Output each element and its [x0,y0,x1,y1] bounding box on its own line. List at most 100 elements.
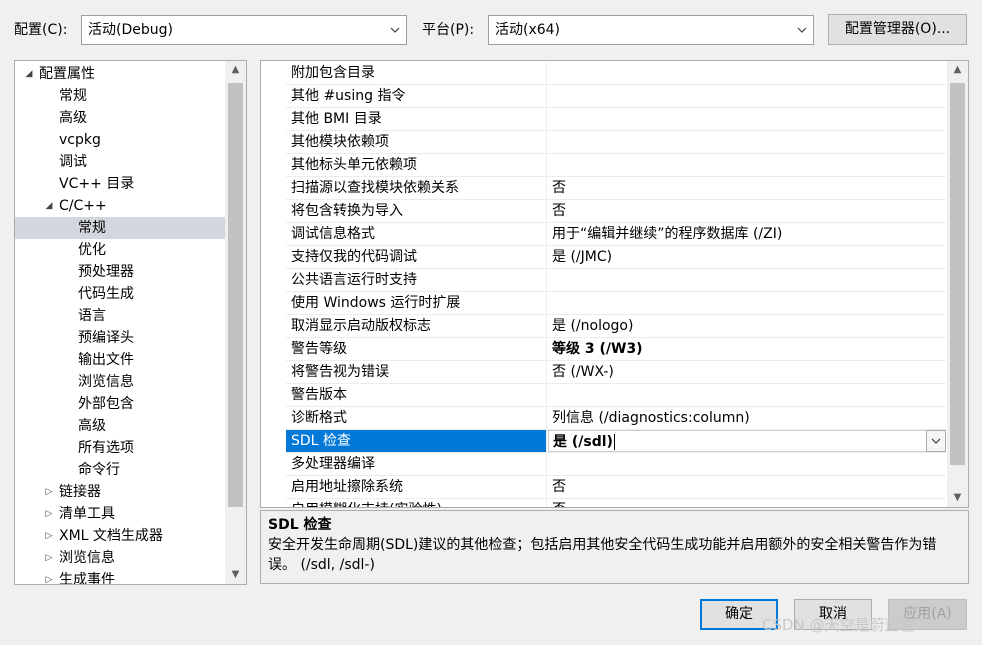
property-row[interactable]: SDL 检查是 (/sdl) [286,430,946,453]
tree-item[interactable]: 预处理器 [15,261,225,283]
tree-item-label: 链接器 [59,484,101,500]
property-row[interactable]: 取消显示启动版权标志是 (/nologo) [286,315,946,338]
tree-item[interactable]: 高级 [15,415,225,437]
tree-item[interactable]: 优化 [15,239,225,261]
scroll-up-icon[interactable]: ▲ [947,61,968,79]
property-row[interactable]: 启用模糊化支持(实验性) 否 [286,499,946,507]
tree-item[interactable]: 高级 [15,107,225,129]
tree-item[interactable]: ▷ 浏览信息 [15,547,225,569]
property-row[interactable]: 多处理器编译 [286,453,946,476]
tree-item[interactable]: ▷ 清单工具 [15,503,225,525]
tree-item[interactable]: 常规 [15,217,225,239]
tree-item[interactable]: 常规 [15,85,225,107]
property-row[interactable]: 扫描源以查找模块依赖关系否 [286,177,946,200]
tree-item[interactable]: 输出文件 [15,349,225,371]
grid-scrollbar[interactable]: ▲ ▼ [947,61,968,507]
tree-item-label: 高级 [59,110,87,126]
expanded-triangle-icon[interactable]: ◢ [23,63,35,85]
tree-item-label: 调试 [59,154,87,170]
tree-item[interactable]: vcpkg [15,129,225,151]
property-value [548,131,946,153]
property-row[interactable]: 调试信息格式 用于“编辑并继续”的程序数据库 (/ZI) [286,223,946,246]
property-name: 警告等级 [286,338,547,360]
property-row[interactable]: 将警告视为错误否 (/WX-) [286,361,946,384]
property-row[interactable]: 将包含转换为导入否 [286,200,946,223]
tree-scrollbar[interactable]: ▲ ▼ [225,61,246,584]
property-value [548,62,946,84]
platform-label: 平台(P): [422,22,475,38]
property-row[interactable]: 警告版本 [286,384,946,407]
property-value-text: 否 [552,479,566,495]
tree-item[interactable]: 语言 [15,305,225,327]
collapsed-triangle-icon[interactable]: ▷ [43,503,55,525]
scroll-down-icon[interactable]: ▼ [225,566,246,584]
property-name: 其他 #using 指令 [286,85,547,107]
tree-item-label: 常规 [78,220,106,236]
property-row[interactable]: 其他标头单元依赖项 [286,154,946,177]
property-value-text: 等级 3 (/W3) [552,341,643,357]
property-row[interactable]: 使用 Windows 运行时扩展 [286,292,946,315]
tree-item[interactable]: ◢ 配置属性 [15,63,225,85]
collapsed-triangle-icon[interactable]: ▷ [43,481,55,503]
property-row[interactable]: 其他 BMI 目录 [286,108,946,131]
tree-item[interactable]: 所有选项 [15,437,225,459]
property-name: 警告版本 [286,384,547,406]
property-name: 其他 BMI 目录 [286,108,547,130]
chevron-down-icon [931,438,941,444]
property-value: 否 [548,200,946,222]
property-name: 其他标头单元依赖项 [286,154,547,176]
tree-item[interactable]: 外部包含 [15,393,225,415]
property-row[interactable]: 附加包含目录 [286,62,946,85]
tree-item-label: 输出文件 [78,352,134,368]
platform-value: 活动(x64) [495,22,561,38]
collapsed-triangle-icon[interactable]: ▷ [43,525,55,547]
tree-item[interactable]: VC++ 目录 [15,173,225,195]
property-value-editor[interactable]: 是 (/sdl) [548,430,946,452]
property-value [548,154,946,176]
value-dropdown-button[interactable] [926,430,946,452]
tree-item-label: 预编译头 [78,330,134,346]
tree-item-label: 外部包含 [78,396,134,412]
tree-item[interactable]: 命令行 [15,459,225,481]
property-name: 将警告视为错误 [286,361,547,383]
tree-item[interactable]: ▷ XML 文档生成器 [15,525,225,547]
property-row[interactable]: 诊断格式 列信息 (/diagnostics:column) [286,407,946,430]
property-name: 使用 Windows 运行时扩展 [286,292,547,314]
tree-item[interactable]: ▷ 生成事件 [15,569,225,584]
property-name: 支持仅我的代码调试 [286,246,547,268]
property-row[interactable]: 启用地址擦除系统否 [286,476,946,499]
platform-dropdown[interactable]: 活动(x64) [488,15,814,45]
tree-item[interactable]: 调试 [15,151,225,173]
scroll-up-icon[interactable]: ▲ [225,61,246,79]
tree-item-label: 浏览信息 [59,550,115,566]
expanded-triangle-icon[interactable]: ◢ [43,195,55,217]
property-row[interactable]: 其他 #using 指令 [286,85,946,108]
tree-item-label: 代码生成 [78,286,134,302]
tree-item[interactable]: ◢ C/C++ [15,195,225,217]
scroll-down-icon[interactable]: ▼ [947,489,968,507]
property-value [548,453,946,475]
config-label: 配置(C): [14,22,68,38]
collapsed-triangle-icon[interactable]: ▷ [43,569,55,584]
property-value [548,269,946,291]
collapsed-triangle-icon[interactable]: ▷ [43,547,55,569]
property-row[interactable]: 警告等级 等级 3 (/W3) [286,338,946,361]
property-value: 是 (/JMC) [548,246,946,268]
property-row[interactable]: 支持仅我的代码调试是 (/JMC) [286,246,946,269]
tree-item[interactable]: 预编译头 [15,327,225,349]
property-name: 扫描源以查找模块依赖关系 [286,177,547,199]
property-row[interactable]: 其他模块依赖项 [286,131,946,154]
config-manager-button[interactable]: 配置管理器(O)... [828,14,967,45]
chevron-down-icon [390,27,400,33]
grid-scroll-thumb[interactable] [950,83,965,465]
tree-scroll-thumb[interactable] [228,83,243,507]
tree-item[interactable]: 代码生成 [15,283,225,305]
description-panel: SDL 检查 安全开发生命周期(SDL)建议的其他检查；包括启用其他安全代码生成… [260,510,969,584]
property-row[interactable]: 公共语言运行时支持 [286,269,946,292]
config-dropdown[interactable]: 活动(Debug) [81,15,407,45]
property-tree: ◢ 配置属性 常规 高级 vcpkg 调试 VC++ 目录 ◢ C/C++ 常规 优化 预处理器 代码生… [14,60,247,585]
tree-item[interactable]: ▷ 链接器 [15,481,225,503]
tree-item[interactable]: 浏览信息 [15,371,225,393]
property-name: 附加包含目录 [286,62,547,84]
tree-item-label: 高级 [78,418,106,434]
